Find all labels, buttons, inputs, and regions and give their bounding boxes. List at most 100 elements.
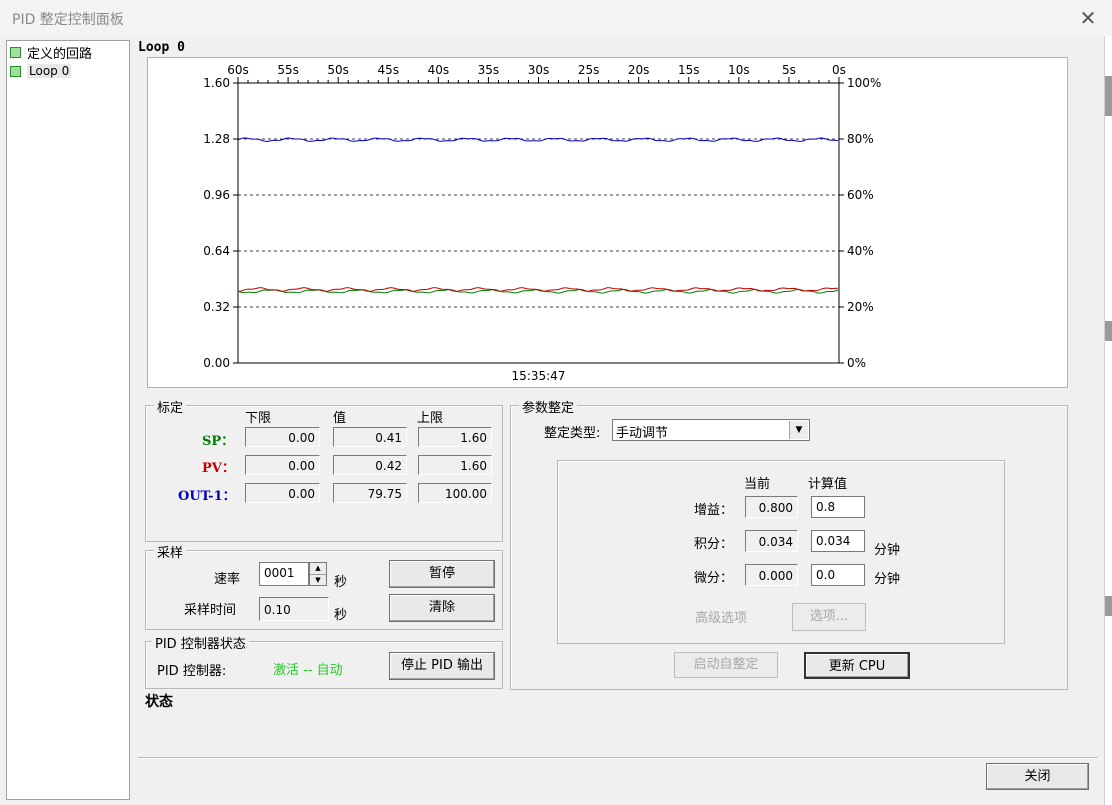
x-tick-label: 20s xyxy=(628,63,650,77)
derivative-calc-input[interactable]: 0.0 xyxy=(811,564,865,586)
y-tick-label: 1.60 xyxy=(203,76,230,90)
sp-high-field: 1.60 xyxy=(418,427,492,447)
rate-unit: 秒 xyxy=(334,575,348,590)
sample-time-field: 0.10 xyxy=(259,597,329,621)
folder-icon xyxy=(10,46,21,58)
current-header: 当前 xyxy=(744,477,771,492)
x-tick-label: 55s xyxy=(277,63,299,77)
sample-time-unit: 秒 xyxy=(334,608,348,623)
title-bar xyxy=(0,0,1112,36)
background-window-strip xyxy=(1104,36,1112,805)
sp-label: SP： xyxy=(202,434,235,449)
close-button[interactable]: 关闭 xyxy=(986,763,1089,790)
x-tick-label: 10s xyxy=(728,63,750,77)
y2-tick-label: 40% xyxy=(847,244,874,258)
sp-low-field: 0.00 xyxy=(245,427,320,447)
tuning-type-label: 整定类型: xyxy=(544,426,601,441)
derivative-current-field: 0.000 xyxy=(745,564,798,586)
pid-status-group: PID 控制器状态 PID 控制器: 激活 -- 自动 停止 PID 输出 xyxy=(145,633,503,689)
y2-tick-label: 0% xyxy=(847,356,866,370)
tree-item-loop-0[interactable]: Loop 0 xyxy=(10,62,72,80)
calibration-title: 标定 xyxy=(154,397,187,416)
derivative-label: 微分： xyxy=(694,571,734,586)
status-label: 状态 xyxy=(145,694,173,710)
calibration-group: 标定 下限 值 上限 SP： 0.00 0.41 1.60 PV： 0.00 0… xyxy=(145,397,503,542)
y-tick-label: 1.28 xyxy=(203,132,230,146)
tuning-title: 参数整定 xyxy=(519,397,578,416)
update-cpu-button[interactable]: 更新 CPU xyxy=(804,652,910,679)
y-tick-label: 0.32 xyxy=(203,300,230,314)
integral-unit: 分钟 xyxy=(874,543,901,558)
tuning-group: 参数整定 整定类型: 手动调节 ▼ 当前 计算值 增益： 0.800 0.8 积… xyxy=(510,397,1068,690)
footer-separator xyxy=(138,757,1098,759)
x-tick-label: 40s xyxy=(428,63,450,77)
gain-label: 增益： xyxy=(694,503,734,518)
pv-value-field: 0.42 xyxy=(333,455,407,475)
y2-tick-label: 20% xyxy=(847,300,874,314)
y-tick-label: 0.96 xyxy=(203,188,230,202)
pid-controller-state: 激活 -- 自动 xyxy=(273,663,343,678)
integral-label: 积分： xyxy=(694,537,734,552)
trend-chart: 1.60 100% 1.28 80% 0.96 60% 0.64 40% 0.32 20% 0.00… xyxy=(147,57,1068,388)
gain-current-field: 0.800 xyxy=(745,496,798,518)
x-tick-label: 25s xyxy=(578,63,600,77)
rate-spinner[interactable]: ▲ ▼ xyxy=(309,562,327,586)
x-tick-label: 5s xyxy=(782,63,796,77)
close-icon[interactable]: ✕ xyxy=(1076,6,1100,30)
advanced-options-label: 高级选项 xyxy=(695,611,748,626)
chevron-down-icon[interactable]: ▼ xyxy=(789,421,808,439)
x-tick-label: 35s xyxy=(478,63,500,77)
out-low-field: 0.00 xyxy=(245,483,320,503)
trend-chart-svg: 1.60 100% 1.28 80% 0.96 60% 0.64 40% 0.32 20% 0.00… xyxy=(203,63,881,383)
x-tick-label: 15s xyxy=(678,63,700,77)
timestamp-label: 15:35:47 xyxy=(512,369,566,383)
start-autotune-button[interactable]: 启动自整定 xyxy=(674,652,778,678)
calc-header: 计算值 xyxy=(808,477,848,492)
derivative-unit: 分钟 xyxy=(874,572,901,587)
out-high-field: 100.00 xyxy=(418,483,492,503)
out-label: OUT-1： xyxy=(178,489,236,504)
x-tick-label: 30s xyxy=(528,63,550,77)
loop-icon xyxy=(10,65,21,77)
rate-label: 速率 xyxy=(214,572,241,587)
y-tick-label: 0.64 xyxy=(203,244,230,258)
pause-button[interactable]: 暂停 xyxy=(389,560,495,588)
options-button[interactable]: 选项... xyxy=(792,603,866,631)
tuning-type-select[interactable]: 手动调节 ▼ xyxy=(612,419,810,441)
integral-current-field: 0.034 xyxy=(745,530,798,552)
y2-tick-label: 80% xyxy=(847,132,874,146)
tree-item-defined-loops[interactable]: 定义的回路 xyxy=(10,43,92,62)
sampling-group: 采样 速率 0001 ▲ ▼ 秒 暂停 采样时间 0.10 秒 清除 xyxy=(145,542,503,630)
pid-controller-label: PID 控制器: xyxy=(157,664,227,679)
out-value-field: 79.75 xyxy=(333,483,407,503)
pv-high-field: 1.60 xyxy=(418,455,492,475)
gain-calc-input[interactable]: 0.8 xyxy=(811,496,865,518)
pv-low-field: 0.00 xyxy=(245,455,320,475)
sp-value-field: 0.41 xyxy=(333,427,407,447)
pid-status-title: PID 控制器状态 xyxy=(152,633,249,652)
x-tick-label: 50s xyxy=(327,63,349,77)
tuning-type-value: 手动调节 xyxy=(616,426,669,441)
y2-tick-label: 60% xyxy=(847,188,874,202)
integral-calc-input[interactable]: 0.034 xyxy=(811,530,865,552)
window-title: PID 整定控制面板 xyxy=(12,12,124,28)
x-tick-label: 0s xyxy=(832,63,846,77)
stop-pid-output-button[interactable]: 停止 PID 输出 xyxy=(389,652,495,680)
x-tick-label: 45s xyxy=(377,63,399,77)
clear-button[interactable]: 清除 xyxy=(389,594,495,622)
loop-tree[interactable]: 定义的回路 Loop 0 xyxy=(6,40,130,800)
low-limit-header: 下限 xyxy=(245,411,272,426)
rate-input[interactable]: 0001 xyxy=(259,562,309,586)
sampling-title: 采样 xyxy=(154,542,187,561)
plot-area xyxy=(237,82,840,364)
pv-label: PV： xyxy=(202,461,235,476)
value-header: 值 xyxy=(333,411,347,426)
tuning-params-box: 当前 计算值 增益： 0.800 0.8 积分： 0.034 0.034 分钟 … xyxy=(557,460,1005,644)
sample-time-label: 采样时间 xyxy=(184,603,237,618)
x-tick-label: 60s xyxy=(227,63,249,77)
spin-down-icon[interactable]: ▼ xyxy=(310,575,326,586)
y2-tick-label: 100% xyxy=(847,76,881,90)
loop-title: Loop 0 xyxy=(138,40,185,55)
spin-up-icon[interactable]: ▲ xyxy=(310,563,326,575)
y-tick-label: 0.00 xyxy=(203,356,230,370)
